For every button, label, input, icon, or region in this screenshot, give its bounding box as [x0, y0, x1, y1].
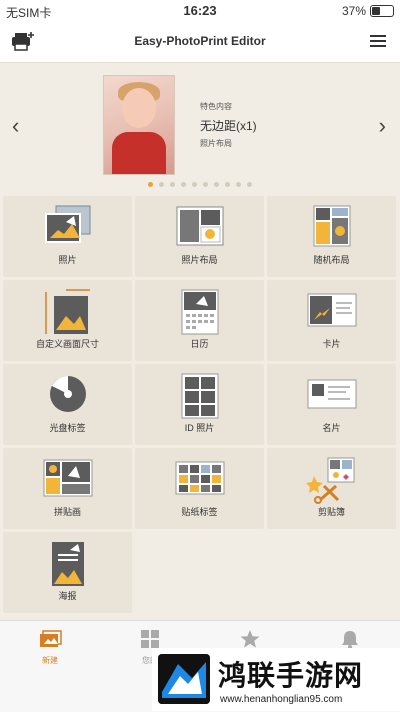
menu-grid: 照片 照片布局 随机布局自定义画面尺寸 日历 卡片光盘标签 ID 照片 名片拼贴画 贴纸标签 剪… — [3, 196, 397, 613]
menu-tile-card[interactable]: 卡片 — [267, 280, 396, 361]
menu-tile-business-card[interactable]: 名片 — [267, 364, 396, 445]
menu-tile-photo-layout[interactable]: 照片布局 — [135, 196, 264, 277]
menu-tile-label: 海报 — [58, 591, 77, 601]
menu-tile-photo[interactable]: 照片 — [3, 196, 132, 277]
featured-banner[interactable]: ‹ 特色内容 无边距(x1) 照片布局 › — [0, 63, 400, 183]
menu-tile-label: 剪贴簿 — [317, 507, 345, 517]
calendar-icon — [135, 288, 264, 336]
page-dot[interactable] — [170, 182, 175, 187]
chevron-right-icon[interactable]: › — [379, 113, 386, 139]
menu-tile-custom-size[interactable]: 自定义画面尺寸 — [3, 280, 132, 361]
menu-tile-label: 照片布局 — [181, 255, 218, 265]
ad-title: 鸿联手游网 — [218, 660, 364, 691]
watermark-ad: 鸿联手游网 www.henanhonglian95.com — [152, 648, 400, 711]
disc-label-icon — [3, 372, 132, 416]
card-icon — [267, 288, 396, 332]
menu-tile-sticker[interactable]: 贴纸标签 — [135, 448, 264, 529]
photo-layout-icon — [135, 204, 264, 248]
app-header: Easy-PhotoPrint Editor — [0, 22, 400, 63]
page-dot[interactable] — [225, 182, 230, 187]
menu-tile-label: 日历 — [190, 339, 209, 349]
app-title: Easy-PhotoPrint Editor — [134, 34, 266, 48]
page-dot[interactable] — [148, 182, 153, 187]
ad-url: www.henanhonglian95.com — [220, 694, 343, 705]
banner-title: 无边距(x1) — [200, 119, 257, 133]
hamburger-menu-icon[interactable] — [370, 34, 386, 53]
page-dot[interactable] — [214, 182, 219, 187]
menu-tile-label: 卡片 — [322, 339, 341, 349]
grid-icon — [141, 630, 159, 648]
status-bar: 无SIM卡 16:23 37% — [0, 0, 400, 22]
clock-text: 16:23 — [183, 3, 217, 18]
photo-icon — [3, 204, 132, 248]
menu-tile-poster[interactable]: 海报 — [3, 532, 132, 613]
page-dot[interactable] — [192, 182, 197, 187]
page-indicator[interactable] — [0, 182, 400, 187]
menu-tile-label: 贴纸标签 — [181, 507, 218, 517]
featured-photo — [103, 75, 175, 175]
menu-tile-disc-label[interactable]: 光盘标签 — [3, 364, 132, 445]
custom-size-icon — [3, 288, 132, 336]
sticker-icon — [135, 456, 264, 500]
page-dot[interactable] — [247, 182, 252, 187]
new-icon — [40, 630, 62, 647]
page-dot[interactable] — [159, 182, 164, 187]
menu-tile-label: 随机布局 — [313, 255, 350, 265]
menu-tile-label: 拼贴画 — [53, 507, 81, 517]
chevron-left-icon[interactable]: ‹ — [12, 113, 19, 139]
banner-category: 特色内容 — [200, 102, 232, 111]
tab-new[interactable]: 新建 — [10, 629, 90, 666]
business-card-icon — [267, 372, 396, 416]
bell-icon — [342, 631, 358, 649]
collage-icon — [3, 456, 132, 500]
page-dot[interactable] — [181, 182, 186, 187]
scrapbook-icon — [267, 456, 396, 504]
menu-tile-random-layout[interactable]: 随机布局 — [267, 196, 396, 277]
menu-tile-scrapbook[interactable]: 剪贴簿 — [267, 448, 396, 529]
menu-tile-id-photo[interactable]: ID 照片 — [135, 364, 264, 445]
menu-tile-label: 自定义画面尺寸 — [35, 339, 99, 349]
poster-icon — [3, 540, 132, 588]
menu-tile-collage[interactable]: 拼贴画 — [3, 448, 132, 529]
battery-percent: 37% — [341, 4, 366, 18]
id-photo-icon — [135, 372, 264, 420]
menu-tile-label: 照片 — [58, 255, 77, 265]
battery-icon — [370, 5, 394, 17]
star-icon — [240, 630, 260, 648]
banner-subtitle: 照片布局 — [200, 139, 232, 148]
page-dot[interactable] — [203, 182, 208, 187]
random-layout-icon — [267, 204, 396, 248]
site-logo-icon — [158, 654, 210, 704]
page-dot[interactable] — [236, 182, 241, 187]
battery-area: 37% — [342, 4, 394, 18]
tab-new-label: 新建 — [42, 656, 58, 665]
menu-tile-label: 光盘标签 — [49, 423, 86, 433]
menu-tile-label: 名片 — [322, 423, 341, 433]
menu-tile-calendar[interactable]: 日历 — [135, 280, 264, 361]
menu-tile-label: ID 照片 — [184, 423, 215, 433]
